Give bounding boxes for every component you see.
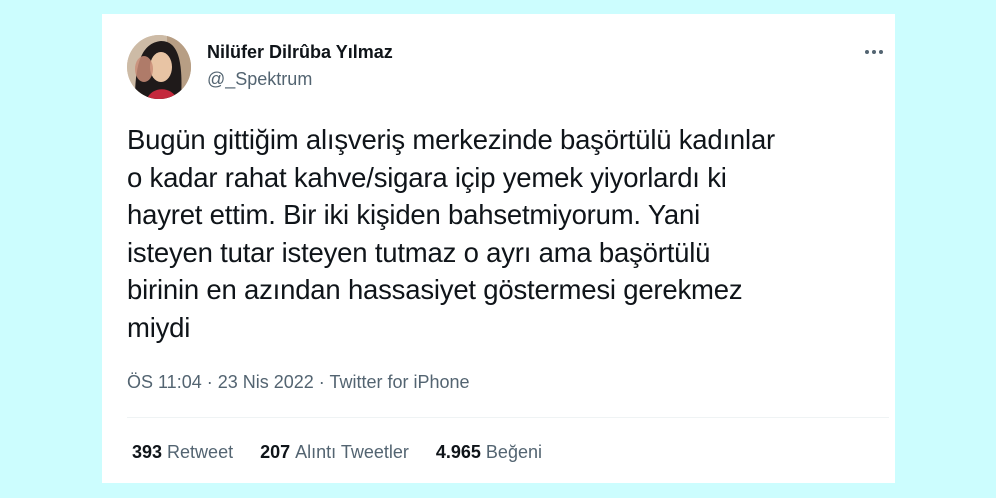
divider: [127, 417, 889, 418]
tweet-time[interactable]: ÖS 11:04: [127, 372, 202, 392]
avatar[interactable]: [127, 35, 191, 99]
retweets-label: Retweet: [167, 442, 234, 462]
tweet-meta: ÖS 11:04 · 23 Nis 2022 · Twitter for iPh…: [127, 372, 470, 393]
meta-separator: ·: [201, 372, 218, 392]
likes-label: Beğeni: [485, 442, 542, 462]
likes-stat[interactable]: 4.965 Beğeni: [436, 442, 542, 463]
quotes-stat[interactable]: 207 Alıntı Tweetler: [260, 442, 409, 463]
retweets-stat[interactable]: 393 Retweet: [132, 442, 233, 463]
tweet-date[interactable]: 23 Nis 2022: [218, 372, 314, 392]
author-handle[interactable]: @_Spektrum: [207, 69, 312, 90]
tweet-card: Nilüfer Dilrûba Yılmaz @_Spektrum Bugün …: [102, 14, 895, 483]
quotes-count: 207: [260, 442, 291, 462]
more-horizontal-icon-dot: [872, 50, 876, 54]
author-name[interactable]: Nilüfer Dilrûba Yılmaz: [207, 42, 393, 63]
retweets-count: 393: [132, 442, 163, 462]
tweet-text: Bugün gittiğim alışveriş merkezinde başö…: [127, 124, 775, 343]
meta-separator: ·: [313, 372, 330, 392]
tweet-source[interactable]: Twitter for iPhone: [329, 372, 469, 392]
avatar-image: [127, 35, 191, 99]
likes-count: 4.965: [435, 442, 481, 462]
more-horizontal-icon: [865, 50, 869, 54]
quotes-label: Alıntı Tweetler: [295, 442, 409, 462]
more-options-button[interactable]: [860, 40, 888, 64]
tweet-stats: 393 Retweet 207 Alıntı Tweetler 4.965 Beğen…: [132, 442, 542, 463]
more-horizontal-icon-dot: [879, 50, 883, 54]
